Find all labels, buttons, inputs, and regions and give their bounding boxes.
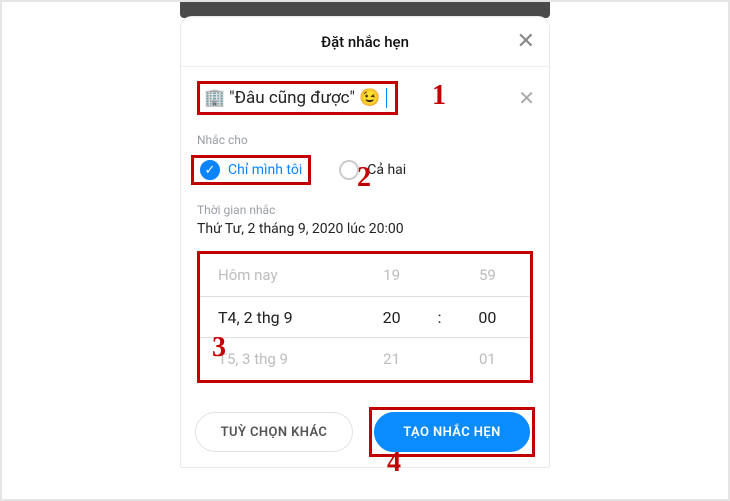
hour-prev: 19: [349, 254, 434, 296]
annotation-1: 1: [432, 80, 446, 112]
reminder-dialog: Đặt nhắc hẹn ✕ 🏢 "Đâu cũng được" 😉 ✕ Nhắ…: [180, 16, 550, 468]
radio-both[interactable]: Cả hai: [339, 160, 406, 180]
annotation-box-3: Hôm nay T4, 2 thg 9 T5, 3 thg 9 19 20 21…: [197, 251, 533, 383]
annotation-box-1: 🏢 "Đâu cũng được" 😉: [197, 81, 398, 115]
minute-column[interactable]: 59 00 01: [445, 254, 530, 380]
minute-prev: 59: [445, 254, 530, 296]
remind-time-label: Thời gian nhắc: [181, 203, 549, 217]
hour-column[interactable]: 19 20 21: [349, 254, 434, 380]
annotation-4: 4: [387, 447, 401, 479]
radio-both-label: Cả hai: [367, 162, 406, 178]
annotation-3: 3: [212, 332, 226, 364]
reminder-title-row: 🏢 "Đâu cũng được" 😉 ✕: [181, 67, 549, 129]
time-colon: :: [434, 296, 445, 338]
more-options-button[interactable]: TUỲ CHỌN KHÁC: [195, 412, 353, 452]
reminder-title-text: "Đâu cũng được": [229, 88, 355, 108]
hour-next: 21: [349, 338, 434, 380]
check-circle-icon: ✓: [200, 160, 220, 180]
check-icon: ✓: [205, 164, 216, 177]
dialog-footer: TUỲ CHỌN KHÁC TẠO NHẮC HẸN: [181, 395, 549, 467]
create-reminder-button[interactable]: TẠO NHẮC HẸN: [374, 412, 530, 452]
hour-selected: 20: [349, 296, 434, 338]
remind-time-summary: Thứ Tư, 2 tháng 9, 2020 lúc 20:00: [181, 217, 549, 247]
building-icon: 🏢: [204, 88, 225, 108]
remind-for-label: Nhắc cho: [181, 133, 549, 147]
reminder-title-input[interactable]: 🏢 "Đâu cũng được" 😉: [204, 88, 387, 108]
dialog-title: Đặt nhắc hẹn: [321, 33, 409, 51]
clear-input-icon[interactable]: ✕: [518, 88, 535, 108]
minute-selected: 00: [445, 296, 530, 338]
screenshot-frame: Đặt nhắc hẹn ✕ 🏢 "Đâu cũng được" 😉 ✕ Nhắ…: [0, 0, 730, 501]
radio-only-me-label: Chỉ mình tôi: [228, 162, 302, 178]
dialog-header: Đặt nhắc hẹn ✕: [181, 17, 549, 67]
minute-next: 01: [445, 338, 530, 380]
text-cursor: [386, 88, 387, 108]
date-prev: Hôm nay: [200, 254, 349, 296]
smile-icon: 😉: [359, 88, 380, 108]
annotation-box-2: ✓ Chỉ mình tôi: [191, 155, 311, 185]
annotation-2: 2: [357, 162, 371, 194]
radio-only-me[interactable]: ✓ Chỉ mình tôi: [200, 160, 302, 180]
close-icon[interactable]: ✕: [517, 31, 535, 53]
datetime-picker[interactable]: Hôm nay T4, 2 thg 9 T5, 3 thg 9 19 20 21…: [200, 254, 530, 380]
time-sep-column: :: [434, 254, 445, 380]
